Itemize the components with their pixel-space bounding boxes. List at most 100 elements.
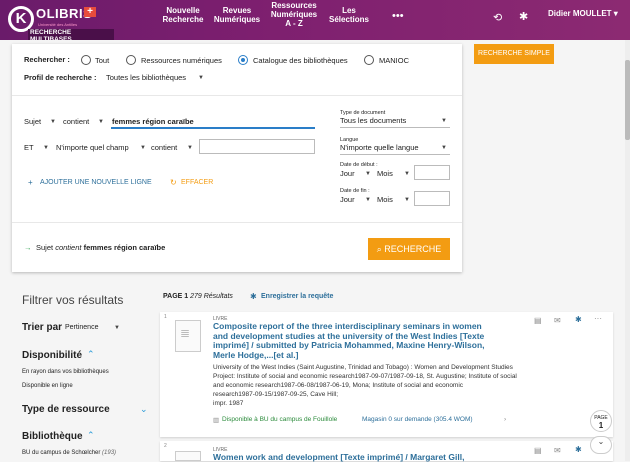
chevron-down-icon: ▼: [404, 171, 410, 177]
row2-operator-select[interactable]: contient: [151, 143, 177, 152]
scroll-down-button[interactable]: ⌄: [590, 436, 612, 454]
nav-ressources-numeriques-az[interactable]: Ressources Numériques A - Z: [268, 1, 320, 28]
nav-label: Ressources: [271, 1, 317, 10]
summary-operator: contient: [55, 243, 82, 252]
pin-icon[interactable]: ✱: [575, 445, 582, 454]
search-button[interactable]: ⌕ RECHERCHE: [368, 238, 450, 260]
export-icon[interactable]: ▤: [534, 316, 542, 325]
chevron-up-icon[interactable]: ⌃: [87, 430, 95, 441]
row2-field-select[interactable]: N'importe quel champ: [56, 143, 129, 152]
more-dots-icon[interactable]: •••: [392, 10, 404, 22]
avail-item-shelf[interactable]: En rayon dans vos bibliothèques: [22, 369, 109, 375]
library-item[interactable]: BU du campus de Schœlcher (193): [22, 450, 116, 456]
nav-label: Sélections: [328, 15, 369, 24]
radio-ressources-label: Ressources numériques: [141, 56, 222, 65]
chevron-down-icon: ▼: [114, 325, 120, 331]
clear-button[interactable]: EFFACER: [181, 179, 213, 186]
user-menu[interactable]: Didier MOULLET ▾: [548, 9, 618, 18]
availability-status[interactable]: Disponible à BU du campus de Fouillole: [222, 416, 337, 423]
end-month-select[interactable]: Mois: [377, 195, 393, 204]
chevron-down-icon[interactable]: ⌄: [140, 404, 148, 415]
start-year-input[interactable]: [414, 165, 450, 180]
scrollbar-thumb[interactable]: [625, 60, 630, 140]
row1-field-select[interactable]: Sujet: [24, 117, 41, 126]
row2-search-input[interactable]: [199, 139, 315, 154]
start-month-select[interactable]: Mois: [377, 169, 393, 178]
chevron-down-icon: ▼: [43, 145, 49, 151]
chevron-down-icon: ▼: [365, 171, 371, 177]
start-day-select[interactable]: Jour: [340, 169, 355, 178]
row1-operator-select[interactable]: contient: [63, 117, 89, 126]
nav-revues-numeriques[interactable]: Revues Numériques: [212, 6, 262, 24]
result-desc: Project: Institute of social and economi…: [213, 373, 517, 380]
library-icon: ▥: [213, 417, 220, 424]
add-line-button[interactable]: AJOUTER UNE NOUVELLE LIGNE: [40, 179, 152, 186]
chevron-up-icon[interactable]: ⌃: [87, 349, 95, 360]
nav-label: Numériques: [270, 10, 318, 19]
radio-manioc[interactable]: [364, 55, 374, 65]
end-day-select[interactable]: Jour: [340, 195, 355, 204]
top-navigation-bar: K OLIBRIS + Université des Antilles RECH…: [0, 0, 630, 40]
chevron-right-icon[interactable]: ›: [504, 416, 506, 423]
availability-facet[interactable]: Disponibilité: [22, 350, 82, 361]
profile-label: Profil de recherche :: [24, 73, 97, 82]
row1-search-input[interactable]: femmes région caraïbe: [112, 117, 194, 126]
query-summary: Sujet contient femmes région caraïbe: [36, 243, 165, 252]
radio-catalogue-label: Catalogue des bibliothèques: [253, 56, 348, 65]
chevron-down-icon: ▼: [140, 145, 146, 151]
nav-label: A - Z: [285, 19, 303, 28]
page-number: PAGE 1: [163, 293, 189, 300]
nav-label: Les: [342, 6, 356, 15]
library-facet[interactable]: Bibliothèque: [22, 431, 83, 442]
chevron-down-icon: ▼: [50, 119, 56, 125]
input-focus-underline: [111, 127, 315, 129]
export-icon[interactable]: ▤: [534, 446, 542, 455]
radio-ressources[interactable]: [126, 55, 136, 65]
logo-subtitle: RECHERCHE MULTIBASES: [28, 29, 114, 40]
sort-label: Trier par: [22, 322, 63, 333]
doc-type-select[interactable]: Tous les documents: [340, 116, 406, 125]
result-desc: research1987-09-15/1987-09-25, Cave Hill…: [213, 391, 339, 398]
radio-catalogue[interactable]: [238, 55, 248, 65]
resource-type-facet[interactable]: Type de ressource: [22, 404, 110, 415]
more-options-icon[interactable]: ···: [594, 314, 602, 323]
sort-select[interactable]: Pertinence: [65, 324, 98, 331]
email-icon[interactable]: ✉: [554, 446, 561, 455]
search-button-label: RECHERCHE: [384, 244, 442, 254]
pin-icon[interactable]: ✱: [575, 315, 582, 324]
result-desc: and economic research1987-06-08/1987-06-…: [213, 382, 464, 389]
profile-select[interactable]: Toutes les bibliothèques: [106, 73, 186, 82]
rechercher-label: Rechercher :: [24, 55, 70, 64]
nav-nouvelle-recherche[interactable]: Nouvelle Recherche: [160, 6, 206, 24]
logo-tagline: Université des Antilles: [38, 22, 78, 27]
logo-plus-icon: +: [84, 7, 96, 17]
chevron-down-icon: ▼: [441, 118, 447, 124]
email-icon[interactable]: ✉: [554, 316, 561, 325]
pin-icon: ✱: [250, 292, 257, 301]
chevron-down-icon: ▼: [404, 197, 410, 203]
radio-tout[interactable]: [81, 55, 91, 65]
language-select[interactable]: N'importe quelle langue: [340, 143, 419, 152]
nav-les-selections[interactable]: Les Sélections: [326, 6, 372, 24]
select-underline: [340, 127, 450, 128]
row2-boolean-select[interactable]: ET: [24, 143, 34, 152]
simple-search-button[interactable]: RECHERCHE SIMPLE: [474, 44, 554, 64]
save-query-link[interactable]: Enregistrer la requête: [261, 293, 333, 300]
pin-icon[interactable]: ✱: [519, 10, 528, 23]
kolibris-logo[interactable]: K OLIBRIS + Université des Antilles RECH…: [6, 3, 114, 40]
result-title[interactable]: Composite report of the three interdisci…: [213, 321, 493, 360]
availability-detail[interactable]: Magasin 0 sur demande (305.4 WOM): [362, 416, 473, 423]
library-item-name: BU du campus de Schœlcher: [22, 450, 101, 456]
chevron-down-icon: ▼: [365, 197, 371, 203]
result-number: 2: [164, 443, 167, 449]
divider: [12, 222, 462, 223]
chevron-down-icon: ▼: [187, 145, 193, 151]
summary-value: femmes région caraïbe: [83, 243, 166, 252]
chevron-down-icon: ⌄: [597, 437, 605, 446]
end-year-input[interactable]: [414, 191, 450, 206]
avail-item-online[interactable]: Disponible en ligne: [22, 383, 73, 389]
result-number: 1: [164, 314, 167, 320]
page-indicator-number: 1: [598, 421, 604, 430]
history-icon[interactable]: ⟲: [493, 11, 502, 24]
results-header: PAGE 1 279 Résultats: [163, 293, 233, 300]
